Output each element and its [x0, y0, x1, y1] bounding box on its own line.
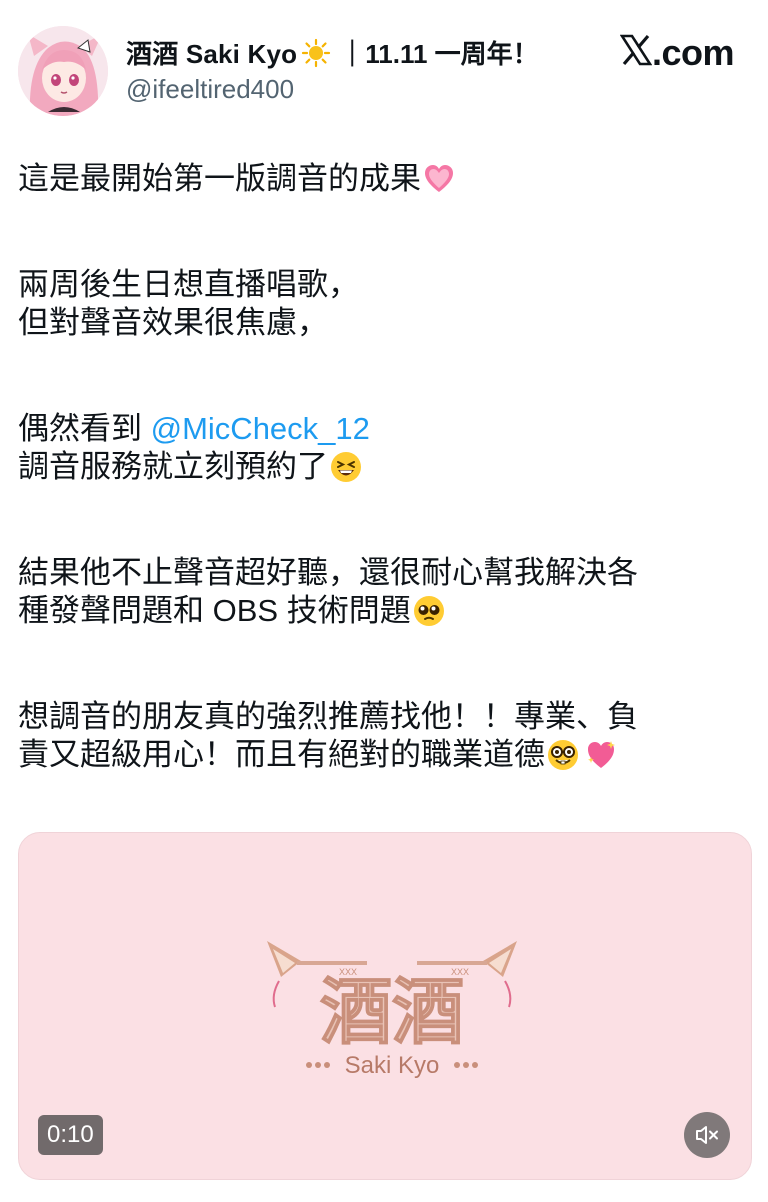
- tweet-header: 酒酒 Saki Kyo ｜11.11 一周年！ @ifeeltired400 .…: [0, 0, 768, 130]
- sparkling-heart-icon: [585, 739, 617, 771]
- x-logo-icon: [619, 34, 653, 71]
- tweet-text-span: 偶然看到: [18, 411, 151, 446]
- tweet-line: 想調音的朋友真的強烈推薦找他！！專業、負: [18, 699, 638, 734]
- tweet-text-span: 種發聲問題和 OBS 技術問題: [18, 593, 411, 628]
- tweet-line: 但對聲音效果很焦慮，: [18, 305, 328, 340]
- speaker-muted-icon: [696, 1126, 718, 1144]
- logo-title: 酒酒: [320, 970, 464, 1054]
- tweet-text-span: 責又超級用心！而且有絕對的職業道德: [18, 737, 545, 772]
- video-logo: XXX XXX 酒酒 Saki Kyo: [267, 941, 517, 1079]
- pink-heart-icon: [423, 163, 455, 195]
- brand-mark: .com: [619, 31, 735, 73]
- grinning-squint-icon: [330, 451, 362, 483]
- pleading-face-icon: [413, 595, 445, 627]
- display-name[interactable]: 酒酒 Saki Kyo: [126, 34, 297, 71]
- sun-icon: [301, 38, 331, 68]
- anime-avatar-icon: [18, 26, 108, 116]
- name-row: 酒酒 Saki Kyo ｜11.11 一周年！: [126, 34, 539, 71]
- tweet-line: 責又超級用心！而且有絕對的職業道德: [18, 736, 748, 774]
- user-handle[interactable]: @ifeeltired400: [126, 74, 294, 105]
- tweet-line: 偶然看到 @MicCheck_12: [18, 410, 748, 448]
- logo-subtitle: Saki Kyo: [345, 1052, 440, 1079]
- tweet-text: 這是最開始第一版調音的成果 兩周後生日想直播唱歌， 但對聲音效果很焦慮， 偶然看…: [18, 160, 748, 774]
- mute-button[interactable]: [684, 1112, 730, 1158]
- mention-link[interactable]: @MicCheck_12: [151, 411, 370, 446]
- video-duration: 0:10: [38, 1115, 103, 1155]
- tweet-line: 結果他不止聲音超好聽，還很耐心幫我解決各: [18, 555, 638, 590]
- anniversary-label: ｜11.11 一周年！: [339, 39, 539, 69]
- tweet-line: 調音服務就立刻預約了: [18, 448, 748, 486]
- brand-domain: .com: [651, 31, 735, 73]
- nerd-face-icon: [547, 739, 579, 771]
- tweet-line: 種發聲問題和 OBS 技術問題: [18, 592, 748, 630]
- tweet-line: 兩周後生日想直播唱歌，: [18, 267, 359, 302]
- avatar[interactable]: [18, 26, 108, 116]
- tweet-text-span: 調音服務就立刻預約了: [18, 449, 328, 484]
- tweet-text-span: 這是最開始第一版調音的成果: [18, 161, 421, 196]
- tweet-line: 這是最開始第一版調音的成果: [18, 160, 748, 198]
- video-player[interactable]: XXX XXX 酒酒 Saki Kyo 0:10: [18, 832, 752, 1180]
